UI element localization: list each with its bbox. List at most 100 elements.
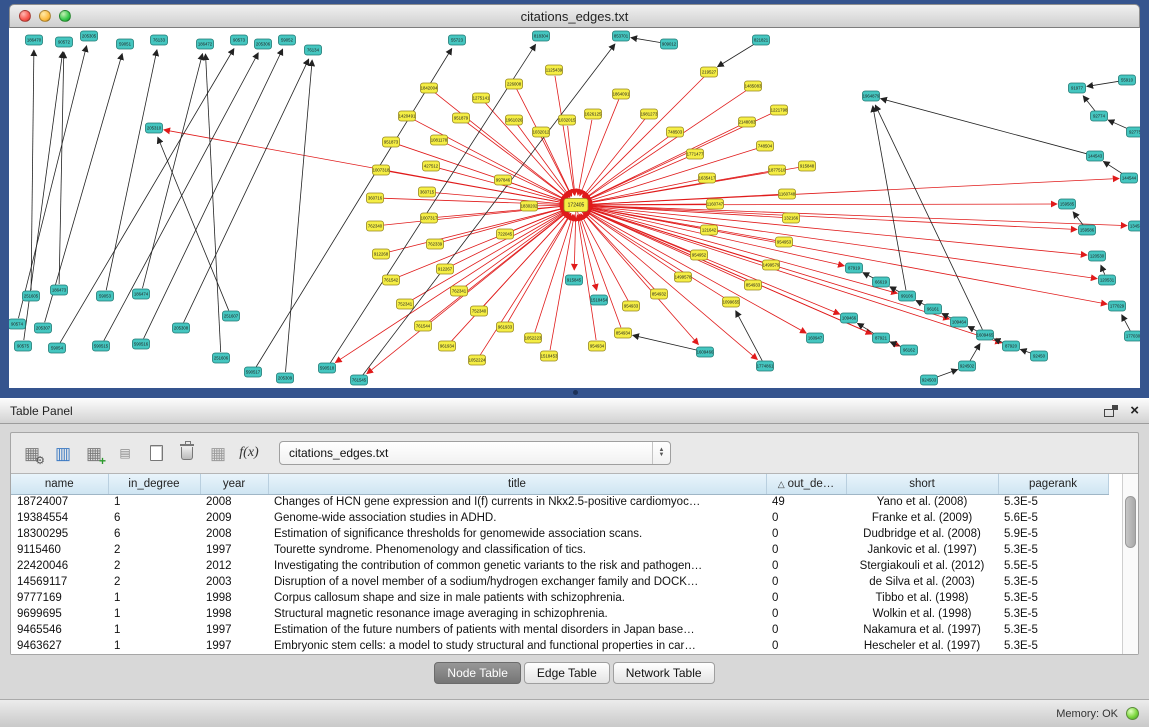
graph-edge[interactable] [31, 50, 34, 290]
graph-node[interactable]: 1007318 [373, 165, 390, 175]
graph-node[interactable]: 186472 [197, 39, 214, 49]
graph-edge[interactable] [736, 311, 762, 361]
cell-title[interactable]: Changes of HCN gene expression and I(f) … [268, 494, 766, 510]
graph-node[interactable]: 360715 [419, 187, 436, 197]
graph-node[interactable]: 66619 [873, 277, 890, 287]
graph-node[interactable]: 915845 [566, 275, 583, 285]
graph-edge[interactable] [582, 207, 1002, 343]
graph-node[interactable]: 87921 [873, 333, 890, 343]
graph-node[interactable]: 1032015 [559, 115, 576, 125]
graph-edge[interactable] [18, 46, 86, 318]
graph-node[interactable]: 912267 [437, 264, 454, 274]
table-row[interactable]: 1872400712008Changes of HCN gene express… [11, 494, 1108, 510]
cell-title[interactable]: Disruption of a novel member of a sodium… [268, 574, 766, 590]
cell-year[interactable]: 1997 [200, 638, 268, 654]
graph-node[interactable]: 186474 [133, 289, 150, 299]
cell-out_degree[interactable]: 0 [766, 638, 846, 654]
cell-pagerank[interactable]: 5.6E-5 [998, 510, 1108, 526]
cell-name[interactable]: 9699695 [11, 606, 108, 622]
graph-edge[interactable] [1103, 161, 1124, 174]
cell-title[interactable]: Estimation of the future numbers of pati… [268, 622, 766, 638]
graph-edge[interactable] [435, 206, 566, 218]
graph-node[interactable]: 1081178 [431, 135, 448, 145]
column-header-in_degree[interactable]: in_degree [108, 474, 200, 494]
graph-edge[interactable] [718, 43, 756, 67]
cell-pagerank[interactable]: 5.3E-5 [998, 638, 1108, 654]
graph-node[interactable]: 59052 [279, 35, 296, 45]
graph-node[interactable]: 1774861 [757, 361, 774, 371]
cell-out_degree[interactable]: 0 [766, 622, 846, 638]
graph-edge[interactable] [582, 119, 645, 198]
graph-node[interactable]: 159585 [1059, 199, 1076, 209]
function-builder-icon[interactable]: f(x) [236, 440, 262, 466]
cell-year[interactable]: 1998 [200, 606, 268, 622]
graph-node[interactable]: 219527 [701, 67, 718, 77]
graph-node[interactable]: 854932 [651, 289, 668, 299]
graph-node[interactable]: 752341 [397, 299, 414, 309]
graph-node[interactable]: 1609465 [977, 330, 994, 340]
graph-node[interactable]: 90573 [231, 35, 248, 45]
graph-edge[interactable] [970, 344, 980, 361]
table-row[interactable]: 946362711997Embryonic stem cells: a mode… [11, 638, 1108, 654]
graph-node[interactable]: 1518454 [591, 295, 608, 305]
graph-node[interactable]: 854934 [615, 328, 632, 338]
graph-node[interactable]: 177030 [1125, 331, 1141, 341]
graph-node[interactable]: 205305 [81, 31, 98, 41]
graph-node[interactable]: 590517 [245, 367, 262, 377]
cell-out_degree[interactable]: 0 [766, 574, 846, 590]
graph-node[interactable]: 951879 [453, 113, 470, 123]
cell-out_degree[interactable]: 0 [766, 590, 846, 606]
graph-edge[interactable] [142, 54, 202, 288]
graph-node[interactable]: 1099655 [723, 297, 740, 307]
graph-node[interactable]: 132166 [783, 213, 800, 223]
graph-node[interactable]: 251607 [223, 311, 240, 321]
cell-short[interactable]: Nakamura et al. (1997) [846, 622, 998, 638]
graph-edge[interactable] [586, 148, 760, 202]
graph-node[interactable]: 1609466 [697, 347, 714, 357]
new-column-icon[interactable]: ▦+ [81, 440, 107, 466]
graph-node[interactable]: 205306 [255, 39, 272, 49]
cell-in_degree[interactable]: 1 [108, 622, 200, 638]
cell-year[interactable]: 2008 [200, 494, 268, 510]
window-titlebar[interactable]: citations_edges.txt [9, 4, 1140, 28]
graph-edge[interactable] [387, 207, 566, 252]
tab-node-table[interactable]: Node Table [434, 662, 521, 684]
graph-node[interactable]: 251606 [213, 353, 230, 363]
graph-edge[interactable] [582, 207, 840, 314]
graph-node[interactable]: 109466 [841, 313, 858, 323]
graph-node[interactable]: 96162 [901, 345, 918, 355]
graph-node[interactable]: 1842004 [421, 83, 438, 93]
graph-node[interactable]: 205308 [173, 323, 190, 333]
cell-out_degree[interactable]: 0 [766, 526, 846, 542]
graph-node[interactable]: 954952 [691, 250, 708, 260]
graph-edge[interactable] [286, 60, 313, 372]
tab-network-table[interactable]: Network Table [613, 662, 715, 684]
cell-title[interactable]: Estimation of significance thresholds fo… [268, 526, 766, 542]
graph-node[interactable]: 120531 [1099, 275, 1116, 285]
graph-node[interactable]: 951873 [383, 137, 400, 147]
graph-node[interactable]: 87919 [846, 263, 863, 273]
graph-node[interactable]: 55910 [1119, 75, 1136, 85]
graph-edge[interactable] [508, 214, 571, 322]
cell-pagerank[interactable]: 5.5E-5 [998, 558, 1108, 574]
graph-node[interactable]: 821821 [753, 35, 770, 45]
zoom-button[interactable] [59, 10, 71, 22]
table-row[interactable]: 969969511998Structural magnetic resonanc… [11, 606, 1108, 622]
cell-short[interactable]: de Silva et al. (2003) [846, 574, 998, 590]
cell-in_degree[interactable]: 1 [108, 638, 200, 654]
graph-node[interactable]: 55723 [449, 35, 466, 45]
graph-node[interactable]: 1420491 [399, 111, 416, 121]
graph-node[interactable]: 818304 [533, 31, 550, 41]
column-header-short[interactable]: short [846, 474, 998, 494]
graph-node[interactable]: 853701 [613, 31, 630, 41]
graph-node[interactable]: 121642 [701, 225, 718, 235]
graph-node[interactable]: 954934 [589, 341, 606, 351]
minimize-button[interactable] [39, 10, 51, 22]
graph-edge[interactable] [574, 211, 576, 270]
graph-node[interactable]: 1518453 [541, 351, 558, 361]
graph-edge[interactable] [104, 53, 258, 341]
table-row[interactable]: 1938455462009Genome-wide association stu… [11, 510, 1108, 526]
graph-node[interactable]: 90572 [56, 37, 73, 47]
memory-status-icon[interactable] [1126, 707, 1139, 720]
graph-node[interactable]: 59051 [117, 39, 134, 49]
